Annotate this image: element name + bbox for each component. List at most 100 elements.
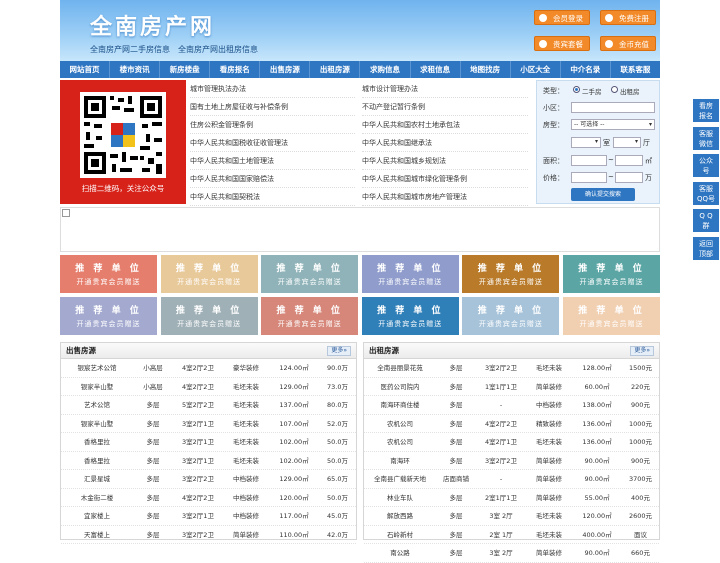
recommend-ad-tile[interactable]: 推 荐 单 位开通贵宾会员赠送 [160,255,258,293]
listing-name[interactable]: 石岭新村 [364,526,436,544]
recommend-ad-tile[interactable]: 推 荐 单 位开通贵宾会员赠送 [60,297,157,335]
listing-name[interactable]: 南公路 [364,544,436,562]
table-row[interactable]: 香格里拉 多层 3室2厅1卫 毛坯未装 102.00㎡ 50.0万 [61,433,356,452]
law-link[interactable]: 中华人民共和国城市绿化管理条例 [362,170,528,188]
nav-viewing-signup[interactable]: 看房报名 [210,61,261,78]
table-row[interactable]: 农机公司 多层 4室2厅2卫 精致装修 136.00㎡ 1000元 [364,415,659,433]
recharge-button[interactable]: 金币充值 [600,36,656,51]
recommend-ad-tile[interactable]: 推 荐 单 位开通贵宾会员赠送 [361,297,459,335]
law-link[interactable]: 中华人民共和国国家赔偿法 [190,170,355,188]
table-row[interactable]: 艺术公馆 多层 5室2厅2卫 毛坯未装 137.00㎡ 80.0万 [61,396,356,415]
nav-news[interactable]: 楼市资讯 [110,61,161,78]
listing-name[interactable]: 天富楼上 [61,526,133,544]
side-menu-item[interactable]: 返回 顶部 [693,236,719,260]
law-link[interactable]: 城市设计管理办法 [362,80,528,98]
nav-for-sale[interactable]: 出售房源 [260,61,311,78]
price-min-input[interactable] [571,172,607,183]
nav-for-rent[interactable]: 出租房源 [310,61,361,78]
side-menu-item[interactable]: 客服 微信 [693,126,719,150]
hall-select[interactable]: ▾ [613,137,641,148]
nav-wanted-buy[interactable]: 求购信息 [360,61,411,78]
listing-name[interactable]: 林业车队 [364,489,436,507]
table-row[interactable]: 南海环 多层 3室2厅2卫 简单装修 90.00㎡ 900元 [364,452,659,470]
law-link[interactable]: 中华人民共和国继承法 [362,134,528,152]
rent-more-button[interactable]: 更多» [630,346,654,356]
table-row[interactable]: 南公路 多层 3室 2厅 简单装修 90.00㎡ 660元 [364,544,659,563]
listing-name[interactable]: 全南县丽景花苑 [364,359,436,377]
area-min-input[interactable] [571,155,607,166]
nav-communities[interactable]: 小区大全 [511,61,561,78]
login-button[interactable]: 会员登录 [534,10,590,25]
table-row[interactable]: 解放西路 多层 3室 2厅 毛坯未装 120.00㎡ 2600元 [364,507,659,526]
listing-name[interactable]: 木金街二楼 [61,489,133,507]
table-row[interactable]: 银家半山墅 多层 3室2厅1卫 毛坯未装 107.00㎡ 52.0万 [61,415,356,433]
law-link[interactable]: 中华人民共和国城市房地产管理法 [362,188,528,206]
site-logo[interactable]: 全南房产网 [90,9,215,41]
law-link[interactable]: 中华人民共和国城乡规划法 [362,152,528,170]
side-menu-item[interactable]: 客服 QQ号 [693,181,719,205]
law-link[interactable]: 中华人民共和国土地管理法 [190,152,355,170]
law-link[interactable]: 中华人民共和国契税法 [190,188,355,206]
house-type-select[interactable]: -- 可选择 -- ▾ [571,119,655,130]
recommend-ad-tile[interactable]: 推 荐 单 位开通贵宾会员赠送 [462,255,560,293]
table-row[interactable]: 南海环商住楼 多层 - 中档装修 138.00㎡ 900元 [364,396,659,415]
radio-rental[interactable] [611,86,618,93]
register-button[interactable]: 免费注册 [600,10,656,25]
listing-name[interactable]: 南海环 [364,452,436,470]
law-link[interactable]: 城市管理执法办法 [190,80,355,98]
table-row[interactable]: 全南县丽景花苑 多层 3室2厅2卫 毛坯未装 128.00㎡ 1500元 [364,359,659,378]
room-select[interactable]: ▾ [571,137,601,148]
listing-name[interactable]: 宜家楼上 [61,507,133,525]
price-max-input[interactable] [615,172,643,183]
recommend-ad-tile[interactable]: 推 荐 单 位开通贵宾会员赠送 [563,255,660,293]
recommend-ad-tile[interactable]: 推 荐 单 位开通贵宾会员赠送 [160,297,258,335]
law-link[interactable]: 中华人民共和国农村土地承包法 [362,116,528,134]
radio-resale[interactable] [573,86,580,93]
table-row[interactable]: 全南县广载新天地 店面商铺 - 简单装修 90.00㎡ 3700元 [364,470,659,489]
nav-agencies[interactable]: 中介名录 [561,61,611,78]
listing-name[interactable]: 医药公司院内 [364,378,436,396]
table-row[interactable]: 银宸艺术公馆 小高层 4室2厅2卫 豪华装修 124.00㎡ 90.0万 [61,359,356,378]
listing-name[interactable]: 银宸艺术公馆 [61,359,133,377]
law-link[interactable]: 住房公积金管理条例 [190,116,355,134]
recommend-ad-tile[interactable]: 推 荐 单 位开通贵宾会员赠送 [462,297,560,335]
law-link[interactable]: 不动产登记暂行条例 [362,98,528,116]
listing-name[interactable]: 银家半山墅 [61,415,133,433]
listing-name[interactable]: 全南县广载新天地 [364,470,436,488]
listing-name[interactable]: 香格里拉 [61,452,133,470]
sale-more-button[interactable]: 更多» [327,346,351,356]
table-row[interactable]: 香格里拉 多层 3室2厅1卫 毛坯未装 102.00㎡ 50.0万 [61,452,356,470]
listing-name[interactable]: 解放西路 [364,507,436,525]
law-link[interactable]: 中华人民共和国税收征收管理法 [190,134,355,152]
law-link[interactable]: 国有土地上房屋征收与补偿条例 [190,98,355,116]
recommend-ad-tile[interactable]: 推 荐 单 位开通贵宾会员赠送 [563,297,660,335]
search-submit-button[interactable]: 确认提交搜索 [571,188,635,201]
nav-wanted-rent[interactable]: 求租信息 [411,61,461,78]
nav-home[interactable]: 网站首页 [60,61,111,78]
listing-name[interactable]: 南海环商住楼 [364,396,436,414]
recommend-ad-tile[interactable]: 推 荐 单 位开通贵宾会员赠送 [261,255,359,293]
side-menu-item[interactable]: 看房 报名 [693,99,719,122]
listing-name[interactable]: 农机公司 [364,415,436,433]
nav-contact[interactable]: 联系客服 [611,61,660,78]
table-row[interactable]: 木金街二楼 多层 4室2厅2卫 中档装修 120.00㎡ 50.0万 [61,489,356,507]
recommend-ad-tile[interactable]: 推 荐 单 位开通贵宾会员赠送 [261,297,359,335]
table-row[interactable]: 石岭新村 多层 2室 1厅 毛坯未装 400.00㎡ 面议 [364,526,659,544]
recommend-ad-tile[interactable]: 推 荐 单 位开通贵宾会员赠送 [60,255,157,293]
table-row[interactable]: 林业车队 多层 2室1厅1卫 简单装修 55.00㎡ 400元 [364,489,659,507]
table-row[interactable]: 汇景星城 多层 3室2厅2卫 中档装修 129.00㎡ 65.0万 [61,470,356,489]
listing-name[interactable]: 银家半山墅 [61,378,133,396]
table-row[interactable]: 医药公司院内 多层 1室1厅1卫 简单装修 60.00㎡ 220元 [364,378,659,396]
ad-banner[interactable] [60,207,660,252]
nav-map-search[interactable]: 地图找房 [461,61,511,78]
listing-name[interactable]: 农机公司 [364,433,436,451]
side-menu-item[interactable]: 公众号 [693,154,719,177]
nav-new-homes[interactable]: 新房楼盘 [160,61,211,78]
table-row[interactable]: 宜家楼上 多层 3室2厅1卫 中档装修 117.00㎡ 45.0万 [61,507,356,526]
table-row[interactable]: 农机公司 多层 4室2厅1卫 毛坯未装 136.00㎡ 1000元 [364,433,659,452]
table-row[interactable]: 天富楼上 多层 3室2厅2卫 简单装修 110.00㎡ 42.0万 [61,526,356,544]
table-row[interactable]: 银家半山墅 小高层 4室2厅2卫 毛坯未装 129.00㎡ 73.0万 [61,378,356,396]
community-input[interactable] [571,102,655,113]
listing-name[interactable]: 艺术公馆 [61,396,133,414]
area-max-input[interactable] [615,155,643,166]
